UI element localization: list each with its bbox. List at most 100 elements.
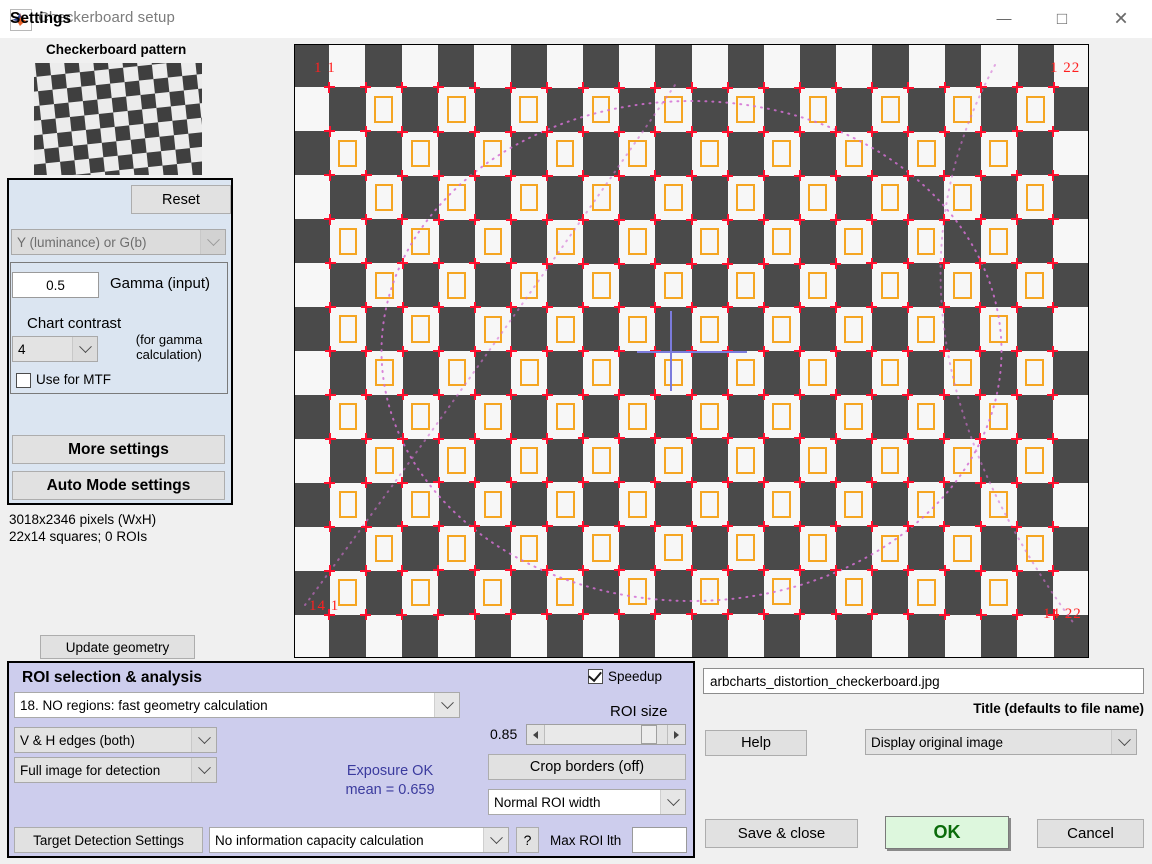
chart-contrast-select[interactable]: 4 [12,336,98,362]
corner-marker [649,608,661,620]
max-roi-length-input[interactable] [632,827,687,853]
corner-marker [1047,433,1059,445]
help-button[interactable]: Help [705,730,807,756]
roi-mode-select[interactable]: 18. NO regions: fast geometry calculatio… [14,692,460,718]
edges-select[interactable]: V & H edges (both) [14,727,217,753]
roi-size-slider-left-arrow[interactable] [527,725,545,744]
corner-marker [433,520,445,532]
exposure-status: Exposure OK mean = 0.659 [300,762,480,800]
title-defaults-note: Title (defaults to file name) [973,701,1144,716]
corner-marker [722,564,734,576]
corner-marker [758,214,770,226]
ok-button[interactable]: OK [885,816,1009,849]
target-detection-settings-button[interactable]: Target Detection Settings [14,827,203,853]
corner-marker [686,82,697,94]
corner-marker [649,82,661,94]
corner-marker [469,82,481,94]
roi-rectangle [628,315,647,343]
roi-rectangle [736,359,755,387]
use-for-mtf-checkbox[interactable] [16,373,31,388]
roi-rectangle [989,315,1008,343]
corner-marker [794,520,806,532]
checkerboard-image[interactable]: 1 1 1 22 14 1 14 22 [295,45,1088,657]
corner-marker [758,345,770,357]
channel-select[interactable]: Y (luminance) or G(b) [11,229,226,255]
roi-size-slider-right-arrow[interactable] [667,725,685,744]
roi-width-select[interactable]: Normal ROI width [488,789,686,815]
roi-rectangle [591,446,611,474]
corner-marker [758,82,770,94]
roi-size-slider[interactable] [526,724,686,745]
corner-marker [830,258,842,269]
corner-marker [722,432,734,444]
speedup-checkbox[interactable] [588,667,603,684]
roi-rectangle [736,184,755,212]
corner-marker [794,126,806,138]
roi-rectangle [410,578,430,606]
corner-marker [722,520,734,532]
roi-rectangle [519,271,539,299]
corner-marker [758,564,770,576]
corner-marker [577,345,589,357]
reset-button[interactable]: Reset [131,185,231,214]
corner-marker [938,170,950,182]
corner-marker [433,345,445,357]
corner-marker [830,82,842,94]
file-name-input[interactable]: arbcharts_distortion_checkerboard.jpg [703,668,1144,694]
info-capacity-select[interactable]: No information capacity calculation [209,827,509,853]
corner-marker [794,564,806,576]
roi-rectangle [374,183,394,211]
corner-marker [577,301,589,313]
roi-rectangle [338,227,358,255]
center-crosshair-vertical [669,311,672,391]
checker-square [944,614,982,657]
save-and-close-button[interactable]: Save & close [705,819,858,848]
detection-value: Full image for detection [20,762,161,778]
chevron-down-icon [483,828,508,852]
corner-marker [433,433,445,445]
checker-square [583,614,620,657]
roi-rectangle [700,403,719,431]
gamma-input[interactable]: 0.5 [12,272,99,298]
roi-rectangle [880,271,900,299]
corner-marker [433,170,445,182]
display-mode-select[interactable]: Display original image [865,729,1137,755]
corner-marker [324,169,336,181]
roi-rectangle [664,446,683,474]
roi-size-label: ROI size [610,703,668,720]
corner-marker [541,389,553,401]
max-roi-length-label: Max ROI lth [550,833,622,848]
update-geometry-button[interactable]: Update geometry [40,635,195,659]
corner-marker [686,564,697,576]
auto-mode-settings-button[interactable]: Auto Mode settings [12,471,225,500]
close-button[interactable]: ✕ [1098,0,1144,38]
corner-marker [830,520,842,532]
help-question-button[interactable]: ? [516,827,539,853]
corner-marker [938,476,950,488]
center-crosshair-horizontal [636,351,747,353]
corner-marker [469,476,481,488]
corner-marker [686,608,697,620]
gamma-note-line2: calculation) [136,347,202,362]
corner-marker [613,608,625,620]
more-settings-button[interactable]: More settings [12,435,225,464]
corner-marker [974,433,986,445]
crop-borders-button[interactable]: Crop borders (off) [488,754,686,780]
roi-mode-value: 18. NO regions: fast geometry calculatio… [20,697,268,713]
roi-rectangle [700,315,719,343]
roi-rectangle [664,271,683,299]
corner-marker [866,389,878,401]
corner-marker [432,126,444,138]
checker-square [799,614,837,657]
corner-marker [902,257,914,269]
corner-marker [866,564,878,576]
corner-marker [794,214,806,226]
roi-size-slider-thumb[interactable] [641,725,657,744]
corner-marker [613,301,625,313]
cancel-button[interactable]: Cancel [1037,819,1144,848]
detection-select[interactable]: Full image for detection [14,757,217,783]
corner-marker [469,257,481,269]
maximize-button[interactable]: □ [1039,0,1085,38]
minimize-button[interactable]: — [981,0,1027,38]
corner-marker [577,432,589,444]
